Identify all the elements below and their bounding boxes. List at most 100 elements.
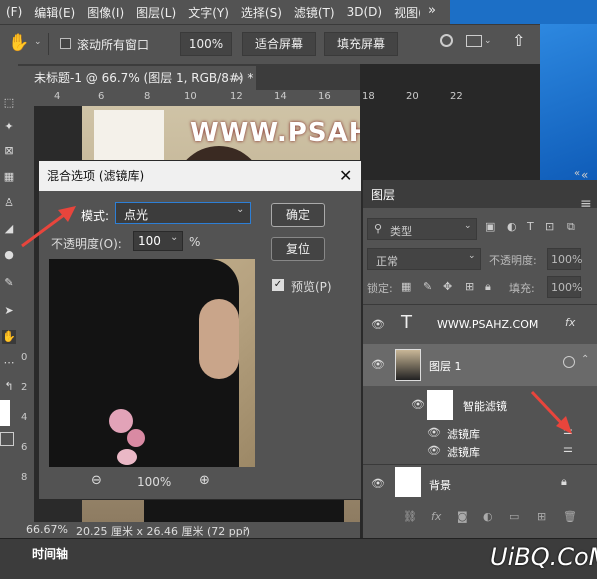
fx-icon[interactable]: fx — [565, 316, 575, 329]
close-icon[interactable]: ✕ — [339, 161, 352, 191]
ok-button[interactable]: 确定 — [271, 203, 325, 227]
lock-image-icon[interactable]: ✎ — [423, 280, 432, 293]
layer-row-image[interactable]: 👁︎ 图层 1 ⌃ — [363, 344, 597, 386]
lock-all-icon[interactable]: 🔒︎ — [485, 280, 491, 294]
layer-name[interactable]: 图层 1 — [429, 358, 462, 374]
eye-icon[interactable]: 👁︎ — [371, 358, 385, 371]
adjustment-layer-icon[interactable]: ◐ — [483, 510, 493, 523]
filter-kind-select[interactable]: ⚲ 类型 ⌄ — [367, 218, 477, 240]
ruler-tick: 22 — [450, 91, 463, 102]
reset-button[interactable]: 复位 — [271, 237, 325, 261]
type-filter-icon[interactable]: T — [527, 220, 534, 233]
stamp-tool-icon[interactable]: ♙ — [2, 196, 16, 210]
fill-screen-button[interactable]: 填充屏幕 — [324, 32, 398, 56]
eye-icon[interactable]: 👁︎ — [371, 477, 385, 490]
zoom-in-icon[interactable]: ⊕ — [199, 473, 210, 488]
eye-icon[interactable]: 👁︎ — [411, 398, 425, 411]
swap-colors-icon[interactable]: ↰ — [2, 380, 16, 394]
eye-icon[interactable]: 👁︎ — [427, 444, 441, 457]
marquee-tool-icon[interactable]: ⬚ — [2, 96, 16, 110]
lock-artboard-icon[interactable]: ⊞ — [465, 280, 474, 293]
new-layer-icon[interactable]: ⊞ — [537, 510, 546, 523]
crop-tool-icon[interactable]: ⊠ — [2, 144, 16, 158]
filter-name[interactable]: 滤镜库 — [447, 426, 480, 442]
adjustment-filter-icon[interactable]: ◐ — [507, 220, 517, 233]
trash-icon[interactable]: 🗑︎ — [563, 510, 577, 523]
pen-tool-icon[interactable]: ✎ — [2, 276, 16, 290]
menu-more-icon[interactable]: » — [428, 3, 436, 18]
group-folder-icon[interactable]: ▭ — [509, 510, 519, 523]
path-select-tool-icon[interactable]: ➤ — [2, 304, 16, 318]
preview-checkbox[interactable]: ✓ — [272, 279, 284, 291]
document-tab[interactable]: 未标题-1 @ 66.7% (图层 1, RGB/8#) * × — [18, 66, 256, 90]
pixel-filter-icon[interactable]: ▣ — [485, 220, 495, 233]
layer-name[interactable]: 智能滤镜 — [463, 398, 507, 414]
add-mask-icon[interactable]: ◙ — [457, 510, 468, 523]
menu-file[interactable]: (F) — [0, 5, 28, 19]
menu-3d[interactable]: 3D(D) — [341, 5, 388, 19]
filter-name[interactable]: 滤镜库 — [447, 444, 480, 460]
panel-collapse-icon[interactable]: « — [574, 168, 580, 179]
foreground-color-swatch[interactable] — [0, 400, 10, 426]
layer-opacity-field[interactable]: 100% — [547, 248, 582, 270]
blending-options-icon[interactable]: ⚌ — [563, 442, 573, 455]
layer-name[interactable]: 背景 — [429, 477, 451, 493]
menu-type[interactable]: 文字(Y) — [182, 4, 235, 21]
canvas-watermark: WWW.PSAHZ.COM — [190, 118, 360, 148]
workspace-icon[interactable] — [466, 35, 482, 47]
panel-menu-icon[interactable]: ≡ — [580, 196, 592, 212]
layer-row-filter[interactable]: 👁︎ 滤镜库 ⚌ — [363, 442, 597, 460]
chevron-down-icon[interactable]: ⌄ — [34, 37, 42, 47]
chevron-down-icon[interactable]: ⌄ — [170, 232, 178, 243]
share-icon[interactable]: ⇧ — [512, 31, 525, 50]
status-arrow-icon[interactable]: › — [244, 522, 248, 535]
timeline-tab[interactable]: 时间轴 — [32, 545, 68, 562]
layer-row-text[interactable]: 👁︎ T WWW.PSAHZ.COM fx — [363, 308, 597, 342]
menu-layer[interactable]: 图层(L) — [130, 4, 182, 21]
opacity-field[interactable]: 100 ⌄ — [133, 231, 183, 251]
filter-mask-thumbnail[interactable] — [427, 390, 453, 420]
menu-filter[interactable]: 滤镜(T) — [288, 4, 341, 21]
scroll-all-checkbox[interactable] — [60, 38, 71, 49]
quick-mask-icon[interactable] — [0, 432, 14, 446]
mode-select[interactable]: 点光 ⌄ — [115, 202, 251, 224]
menu-image[interactable]: 图像(I) — [81, 4, 130, 21]
layer-fill-field[interactable]: 100% — [547, 276, 582, 298]
blur-tool-icon[interactable]: ● — [2, 248, 16, 262]
layers-tab[interactable]: 图层 — [371, 186, 395, 203]
more-tools-icon[interactable]: ⋯ — [2, 356, 16, 370]
hand-tool-icon[interactable]: ✋ — [8, 33, 29, 53]
menu-select[interactable]: 选择(S) — [235, 4, 288, 21]
magic-wand-tool-icon[interactable]: ✦ — [2, 120, 16, 134]
eraser-tool-icon[interactable]: ◢ — [2, 222, 16, 236]
shape-filter-icon[interactable]: ⊡ — [545, 220, 554, 233]
eye-icon[interactable]: 👁︎ — [427, 426, 441, 439]
site-logo: UiBQ.CoM — [490, 543, 597, 571]
layers-tab-bar — [363, 180, 597, 208]
blend-mode-select[interactable]: 正常 ⌄ — [367, 248, 481, 270]
smart-filter-icon[interactable]: ⧉ — [567, 220, 575, 234]
fit-screen-button[interactable]: 适合屏幕 — [242, 32, 316, 56]
lock-position-icon[interactable]: ✥ — [443, 280, 452, 293]
close-tab-icon[interactable]: × — [234, 66, 244, 90]
link-layers-icon[interactable]: ⛓︎ — [403, 510, 417, 523]
layer-name[interactable]: WWW.PSAHZ.COM — [437, 318, 538, 331]
healing-brush-icon[interactable]: ▦ — [2, 170, 16, 184]
ruler-tick: 6 — [21, 442, 28, 453]
search-icon[interactable] — [440, 34, 453, 47]
collapse-icon[interactable]: « — [581, 168, 588, 182]
chevron-up-icon[interactable]: ⌃ — [581, 354, 589, 365]
eye-icon[interactable]: 👁︎ — [371, 318, 385, 331]
chevron-down-icon[interactable]: ⌄ — [484, 36, 492, 46]
smart-filter-badge-icon[interactable] — [563, 356, 575, 368]
status-zoom[interactable]: 66.67% — [26, 523, 68, 536]
fx-icon[interactable]: fx — [431, 510, 441, 523]
zoom-out-icon[interactable]: ⊖ — [91, 473, 102, 488]
dialog-title: 混合选项 (滤镜库) — [47, 169, 145, 183]
hand-tool-icon[interactable]: ✋ — [2, 330, 16, 344]
ruler-tick: 18 — [362, 91, 375, 102]
layer-row-background[interactable]: 👁︎ 背景 🔒︎ — [363, 464, 597, 500]
zoom-100-button[interactable]: 100% — [180, 32, 232, 56]
menu-edit[interactable]: 编辑(E) — [28, 4, 81, 21]
lock-transparent-icon[interactable]: ▦ — [401, 280, 411, 293]
